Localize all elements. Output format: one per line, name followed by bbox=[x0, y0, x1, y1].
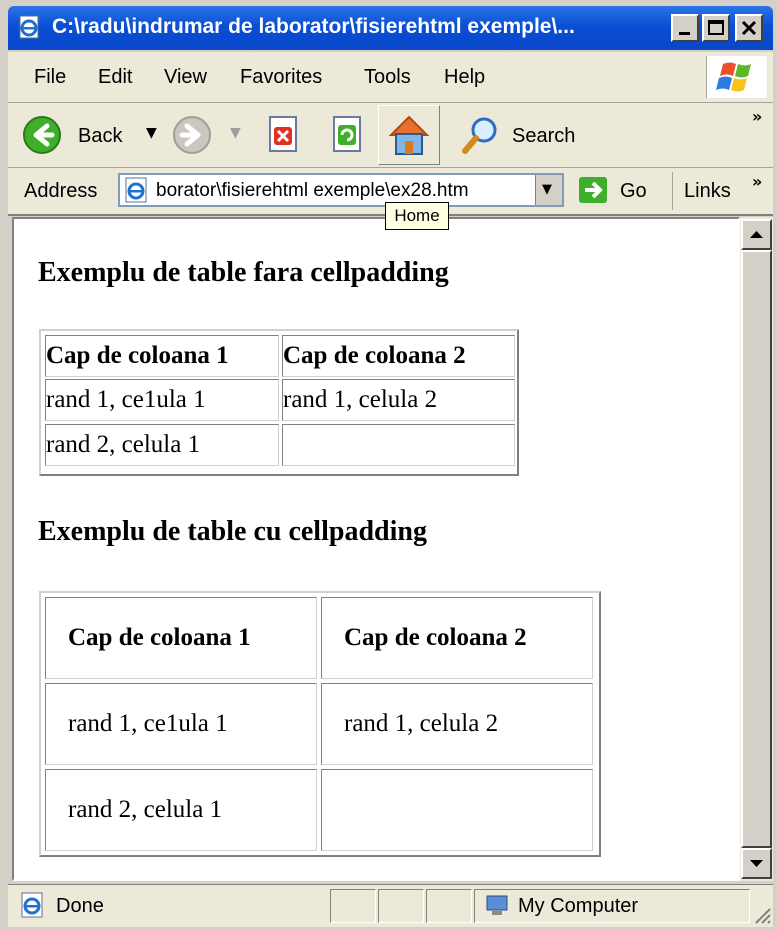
table-cell bbox=[282, 424, 515, 466]
maximize-button[interactable] bbox=[702, 14, 730, 42]
menu-view[interactable]: View bbox=[164, 66, 207, 89]
browser-window: C:\radu\indrumar de laborator\fisierehtm… bbox=[0, 0, 777, 930]
table-header-cell: Cap de coloana 1 bbox=[45, 335, 279, 377]
refresh-button[interactable] bbox=[326, 111, 372, 159]
status-bar: Done My Computer bbox=[8, 884, 773, 927]
go-arrow-icon[interactable] bbox=[578, 176, 608, 204]
status-pane bbox=[378, 889, 424, 923]
table-cell bbox=[321, 769, 593, 851]
home-button[interactable] bbox=[378, 105, 440, 165]
window-title: C:\radu\indrumar de laborator\fisierehtm… bbox=[52, 15, 575, 38]
status-pane bbox=[330, 889, 376, 923]
arrow-up-icon bbox=[750, 231, 763, 238]
scroll-thumb[interactable] bbox=[741, 250, 772, 848]
resize-grip-icon[interactable] bbox=[752, 905, 772, 925]
address-label: Address bbox=[24, 180, 98, 202]
links-button[interactable]: Links bbox=[684, 180, 731, 203]
arrow-down-icon bbox=[750, 860, 763, 867]
table-cell: rand 1, celula 2 bbox=[321, 683, 593, 765]
menu-file[interactable]: File bbox=[34, 66, 66, 89]
menu-edit[interactable]: Edit bbox=[98, 66, 132, 89]
my-computer-icon bbox=[486, 895, 508, 915]
table-header-cell: Cap de coloana 2 bbox=[282, 335, 515, 377]
table-no-padding: Cap de coloana 1 Cap de coloana 2 rand 1… bbox=[39, 329, 519, 476]
menu-bar: File Edit View Favorites Tools Help bbox=[8, 52, 773, 103]
address-dropdown-button[interactable]: ▼ bbox=[535, 175, 562, 205]
back-label: Back bbox=[78, 125, 123, 147]
home-tooltip: Home bbox=[385, 202, 449, 230]
title-bar[interactable]: C:\radu\indrumar de laborator\fisierehtm… bbox=[8, 6, 773, 50]
go-button[interactable]: Go bbox=[620, 180, 647, 203]
status-text: Done bbox=[56, 895, 104, 917]
toolbar: Back ▼ ▼ Search » bbox=[8, 103, 773, 168]
scroll-down-button[interactable] bbox=[741, 848, 772, 879]
table-cell: rand 1, ce1ula 1 bbox=[45, 379, 279, 421]
search-label: Search bbox=[512, 125, 576, 147]
menu-favorites[interactable]: Favorites bbox=[240, 66, 322, 89]
chevron-down-icon: ▼ bbox=[230, 125, 241, 141]
ie-page-icon bbox=[125, 177, 147, 203]
table-header-cell: Cap de coloana 1 bbox=[45, 597, 317, 679]
links-overflow-icon[interactable]: » bbox=[752, 172, 762, 191]
stop-button[interactable] bbox=[262, 111, 308, 159]
minimize-icon bbox=[679, 32, 690, 35]
table-cell: rand 1, celula 2 bbox=[282, 379, 515, 421]
maximize-icon bbox=[708, 20, 724, 35]
home-icon bbox=[388, 115, 430, 155]
stop-icon bbox=[269, 116, 297, 152]
page-content: Exemplu de table fara cellpadding Cap de… bbox=[12, 217, 740, 881]
table-cell: rand 1, ce1ula 1 bbox=[45, 683, 317, 765]
minimize-button[interactable] bbox=[671, 14, 699, 42]
status-pane bbox=[426, 889, 472, 923]
search-button[interactable]: Search bbox=[456, 111, 586, 159]
search-icon bbox=[462, 117, 497, 154]
forward-arrow-icon bbox=[173, 116, 211, 154]
address-url: borator\fisierehtml exemple\ex28.htm bbox=[156, 180, 469, 201]
refresh-icon bbox=[333, 116, 361, 152]
scroll-up-button[interactable] bbox=[741, 219, 772, 250]
menu-help[interactable]: Help bbox=[444, 66, 485, 89]
windows-logo-icon bbox=[706, 56, 767, 98]
menu-tools[interactable]: Tools bbox=[364, 66, 411, 89]
heading-table-1: Exemplu de table fara cellpadding bbox=[38, 257, 449, 288]
toolbar-separator bbox=[672, 172, 673, 210]
ie-page-icon bbox=[21, 892, 43, 918]
address-input[interactable]: borator\fisierehtml exemple\ex28.htm ▼ bbox=[118, 173, 564, 207]
forward-button[interactable]: ▼ bbox=[168, 111, 244, 159]
table-cell: rand 2, celula 1 bbox=[45, 424, 279, 466]
close-icon bbox=[741, 20, 757, 36]
vertical-scrollbar[interactable] bbox=[740, 217, 773, 881]
ie-page-icon bbox=[18, 15, 42, 39]
close-button[interactable] bbox=[735, 14, 763, 42]
heading-table-2: Exemplu de table cu cellpadding bbox=[38, 516, 427, 547]
chevron-down-icon: ▼ bbox=[542, 182, 552, 197]
toolbar-overflow-icon[interactable]: » bbox=[752, 107, 762, 126]
table-cell: rand 2, celula 1 bbox=[45, 769, 317, 851]
back-button[interactable]: Back ▼ bbox=[18, 111, 164, 159]
back-arrow-icon bbox=[23, 116, 61, 154]
chevron-down-icon: ▼ bbox=[146, 125, 157, 141]
table-header-cell: Cap de coloana 2 bbox=[321, 597, 593, 679]
table-with-padding: Cap de coloana 1 Cap de coloana 2 rand 1… bbox=[39, 591, 601, 857]
security-zone-label: My Computer bbox=[518, 895, 639, 917]
